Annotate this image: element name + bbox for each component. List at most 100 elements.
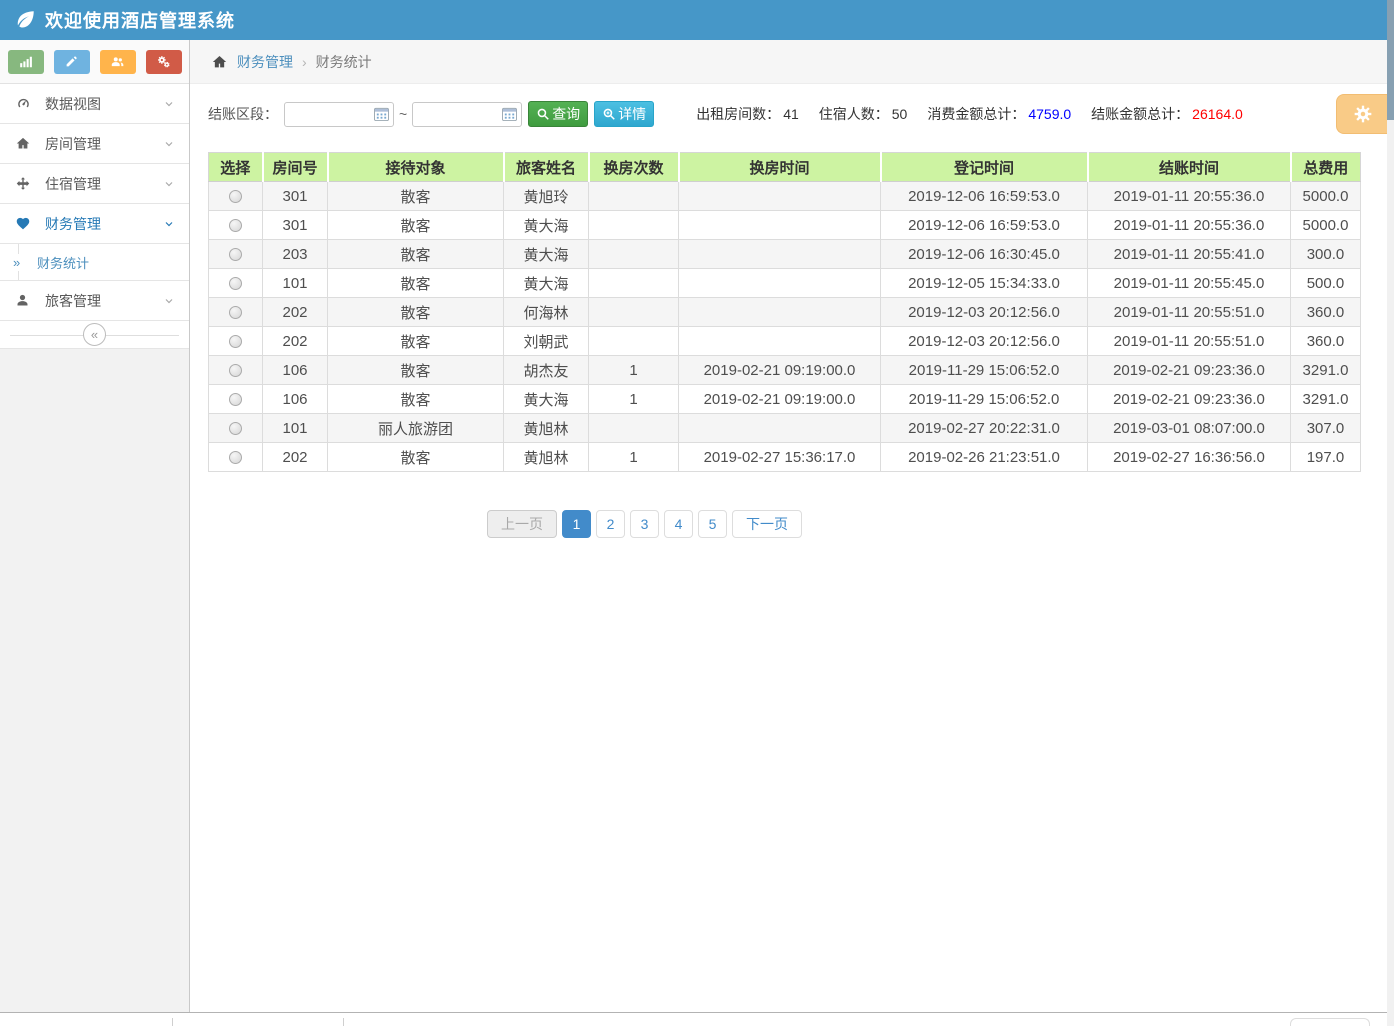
table-cell xyxy=(679,298,881,327)
table-row: 202散客黄旭林12019-02-27 15:36:17.02019-02-26… xyxy=(209,443,1361,472)
table-cell: 202 xyxy=(263,327,328,356)
row-select-radio[interactable] xyxy=(229,422,242,435)
user-icon xyxy=(15,293,35,309)
table-cell: 何海林 xyxy=(504,298,589,327)
table-cell: 2019-01-11 20:55:51.0 xyxy=(1088,298,1291,327)
table-cell: 黄旭林 xyxy=(504,414,589,443)
column-header: 选择 xyxy=(209,153,263,182)
content-area: 结账区段： ~ 查询 xyxy=(190,84,1394,1012)
page-button-2[interactable]: 2 xyxy=(596,510,625,538)
row-select-radio[interactable] xyxy=(229,364,242,377)
row-select-radio[interactable] xyxy=(229,277,242,290)
table-row: 301散客黄大海2019-12-06 16:59:53.02019-01-11 … xyxy=(209,211,1361,240)
table-cell: 2019-02-21 09:19:00.0 xyxy=(679,385,881,414)
sidebar-subitem-finance-statistics[interactable]: » 财务统计 xyxy=(0,244,189,281)
sidebar-item-guest-management[interactable]: 旅客管理 xyxy=(0,281,189,321)
settings-gear-button[interactable] xyxy=(1336,94,1388,134)
move-icon xyxy=(15,176,35,192)
table-cell: 2019-02-21 09:23:36.0 xyxy=(1088,356,1291,385)
table-cell: 黄大海 xyxy=(504,269,589,298)
table-cell: 散客 xyxy=(328,298,504,327)
date-range-label: 结账区段： xyxy=(208,104,278,124)
sidebar-item-lodging-management[interactable]: 住宿管理 xyxy=(0,164,189,204)
row-select-radio[interactable] xyxy=(229,248,242,261)
topbar: 欢迎使用酒店管理系统 xyxy=(0,0,1394,40)
row-select-radio[interactable] xyxy=(229,190,242,203)
vertical-scrollbar[interactable] xyxy=(1387,0,1394,1026)
table-row: 301散客黄旭玲2019-12-06 16:59:53.02019-01-11 … xyxy=(209,182,1361,211)
end-date-input[interactable] xyxy=(412,102,522,127)
column-header: 接待对象 xyxy=(328,153,504,182)
table-cell: 2019-02-27 15:36:17.0 xyxy=(679,443,881,472)
sidebar-item-label: 数据视图 xyxy=(45,94,101,114)
sidebar-item-data-view[interactable]: 数据视图 xyxy=(0,84,189,124)
sidebar-collapse-button[interactable]: « xyxy=(83,323,106,346)
table-cell: 2019-02-27 16:36:56.0 xyxy=(1088,443,1291,472)
column-header: 房间号 xyxy=(263,153,328,182)
row-select-radio[interactable] xyxy=(229,335,242,348)
stat-value: 41 xyxy=(783,106,799,122)
search-plus-icon xyxy=(602,107,616,121)
table-cell: 2019-12-06 16:30:45.0 xyxy=(881,240,1088,269)
sidebar-collapse-row: « xyxy=(0,321,189,349)
page-button-3[interactable]: 3 xyxy=(630,510,659,538)
next-page-button[interactable]: 下一页 xyxy=(732,510,802,538)
table-cell xyxy=(589,182,679,211)
footer-partial-button xyxy=(1290,1018,1370,1026)
search-button[interactable]: 查询 xyxy=(528,101,588,127)
stat-value: 4759.0 xyxy=(1028,106,1071,122)
table-cell xyxy=(679,327,881,356)
table-cell: 胡杰友 xyxy=(504,356,589,385)
row-select-radio[interactable] xyxy=(229,451,242,464)
table-cell: 2019-01-11 20:55:36.0 xyxy=(1088,182,1291,211)
table-cell: 2019-02-27 20:22:31.0 xyxy=(881,414,1088,443)
finance-table: 选择房间号接待对象旅客姓名换房次数换房时间登记时间结账时间总费用 301散客黄旭… xyxy=(208,152,1361,472)
column-header: 旅客姓名 xyxy=(504,153,589,182)
sidebar-item-finance-management[interactable]: 财务管理 xyxy=(0,204,189,244)
column-header: 换房时间 xyxy=(679,153,881,182)
row-select-radio[interactable] xyxy=(229,219,242,232)
prev-page-button[interactable]: 上一页 xyxy=(487,510,557,538)
detail-button[interactable]: 详情 xyxy=(594,101,654,127)
pencil-shortcut-button[interactable] xyxy=(54,50,90,74)
finance-table-header-row: 选择房间号接待对象旅客姓名换房次数换房时间登记时间结账时间总费用 xyxy=(209,153,1361,182)
row-select-radio[interactable] xyxy=(229,393,242,406)
table-cell: 3291.0 xyxy=(1291,385,1361,414)
sidebar-background xyxy=(0,349,189,1012)
table-cell xyxy=(589,414,679,443)
heart-icon xyxy=(15,216,35,232)
gear-icon xyxy=(1353,104,1373,124)
table-cell xyxy=(589,211,679,240)
table-cell: 197.0 xyxy=(1291,443,1361,472)
table-cell: 300.0 xyxy=(1291,240,1361,269)
dashboard-icon xyxy=(15,96,35,112)
sidebar-item-label: 住宿管理 xyxy=(45,174,101,194)
bar-chart-shortcut-button[interactable] xyxy=(8,50,44,74)
stat-item: 结账金额总计：26164.0 xyxy=(1091,104,1243,124)
page-button-5[interactable]: 5 xyxy=(698,510,727,538)
gears-shortcut-button[interactable] xyxy=(146,50,182,74)
page-button-1[interactable]: 1 xyxy=(562,510,591,538)
page-button-4[interactable]: 4 xyxy=(664,510,693,538)
table-cell: 2019-12-05 15:34:33.0 xyxy=(881,269,1088,298)
table-row: 203散客黄大海2019-12-06 16:30:45.02019-01-11 … xyxy=(209,240,1361,269)
breadcrumb: 财务管理 › 财务统计 xyxy=(190,40,1394,84)
finance-table-body: 301散客黄旭玲2019-12-06 16:59:53.02019-01-11 … xyxy=(209,182,1361,472)
sidebar-item-room-management[interactable]: 房间管理 xyxy=(0,124,189,164)
users-shortcut-button[interactable] xyxy=(100,50,136,74)
table-cell: 2019-12-06 16:59:53.0 xyxy=(881,211,1088,240)
breadcrumb-section-link[interactable]: 财务管理 xyxy=(237,52,293,72)
row-select-radio[interactable] xyxy=(229,306,242,319)
start-date-input[interactable] xyxy=(284,102,394,127)
sidebar-shortcuts xyxy=(0,40,189,84)
table-cell: 2019-11-29 15:06:52.0 xyxy=(881,385,1088,414)
sidebar-item-label: 财务管理 xyxy=(45,214,101,234)
table-cell xyxy=(589,298,679,327)
table-row: 106散客胡杰友12019-02-21 09:19:00.02019-11-29… xyxy=(209,356,1361,385)
table-cell: 黄大海 xyxy=(504,240,589,269)
scrollbar-thumb[interactable] xyxy=(1387,0,1394,120)
table-cell: 2019-12-03 20:12:56.0 xyxy=(881,327,1088,356)
home-breadcrumb-icon xyxy=(211,54,228,70)
stats-bar: 出租房间数：41住宿人数：50消费金额总计：4759.0结账金额总计：26164… xyxy=(696,104,1243,124)
sidebar-item-label: 房间管理 xyxy=(45,134,101,154)
